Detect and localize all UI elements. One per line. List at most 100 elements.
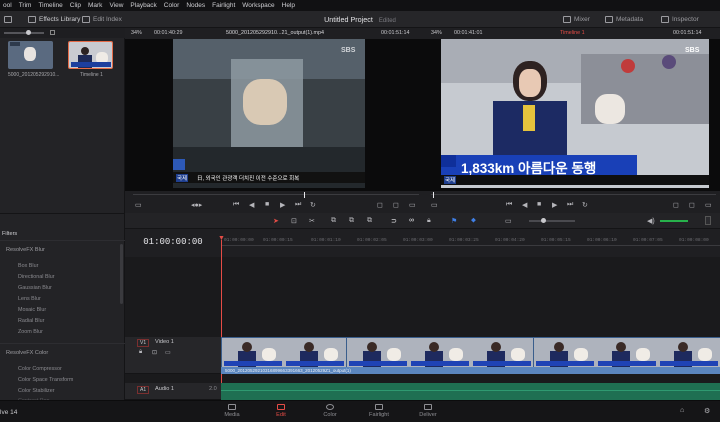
audio-clip[interactable] [221,383,720,400]
lock-icon[interactable]: 🔒︎ [427,217,431,225]
edit-index-button[interactable]: Edit Index [82,11,122,28]
fx-color-compressor[interactable]: Color Compressor [18,366,62,372]
page-tab-deliver[interactable]: Deliver [405,404,451,422]
blade-tool-icon[interactable]: ✂ [309,217,315,225]
menu-item-playback[interactable]: Playback [130,2,156,9]
audio-track-id[interactable]: A1 [137,386,150,394]
menu-item-clip[interactable]: Clip [70,2,81,9]
mark-in-icon[interactable]: ◻ [673,201,679,209]
timeline-playhead-marker[interactable] [433,192,434,198]
menu-item-workspace[interactable]: Workspace [242,2,274,9]
grid-view-icon[interactable] [50,30,55,35]
source-viewer[interactable]: SBS 국제 日, 외국인 관광객 더치진 이전 수준으로 회복 [125,39,427,191]
insert-clip-icon[interactable]: ⧉ [331,217,336,225]
fx-gaussian-blur[interactable]: Gaussian Blur [18,285,52,291]
mixer-button[interactable]: Mixer [563,11,590,28]
timeline-zoom-handle[interactable] [541,218,546,223]
fullscreen-icon[interactable]: ▭ [705,201,712,209]
fx-section-blur[interactable]: ResolveFX Blur [6,247,45,253]
track-lock-icon[interactable]: 🔒︎ [139,349,142,356]
video-track-header[interactable]: V1 Video 1 🔒︎ ⊡ ▭ [125,337,221,374]
trim-tool-icon[interactable]: ⊡ [291,217,297,225]
linked-selection-icon[interactable]: ∞ [409,217,414,224]
menu-item-mark[interactable]: Mark [88,2,102,9]
loop-icon[interactable]: ↻ [582,201,588,209]
effects-library-button[interactable]: Effects Library [28,11,80,28]
timeline-zoom[interactable]: 34% [431,30,442,36]
effects-scrollbar[interactable] [120,244,123,304]
skip-back-icon[interactable]: ⏮ [506,201,512,209]
zoom-full-icon[interactable]: ▭ [505,217,512,225]
timeline-viewer[interactable]: SBS 1,833km 아름다운 동행 국제 [427,39,720,191]
skip-forward-icon[interactable]: ⏭ [567,201,573,209]
page-tab-media[interactable]: Media [209,404,255,422]
source-zoom[interactable]: 34% [131,30,142,36]
inspector-button[interactable]: Inspector [661,11,699,28]
mark-in-icon[interactable]: ◻ [377,201,383,209]
speaker-icon[interactable]: ◀︎) [647,217,655,225]
overwrite-clip-icon[interactable]: ⧉ [349,217,354,225]
zoom-slider[interactable] [4,32,44,34]
fx-zoom-blur[interactable]: Zoom Blur [18,329,43,335]
fullscreen-icon[interactable]: ▭ [409,201,416,209]
track-visibility-icon[interactable]: ▭ [165,349,171,356]
play-icon[interactable]: ▶ [280,201,285,209]
loop-icon[interactable]: ↻ [310,201,316,209]
jog-icon[interactable]: ◂●▸ [191,201,202,209]
selection-tool-icon[interactable]: ➤ [273,217,279,225]
timeline-timecode[interactable]: 01:00:00:00 [125,237,221,247]
replace-clip-icon[interactable]: ⧉ [367,217,372,225]
timeline-zoom-slider[interactable] [529,220,575,222]
fx-section-color[interactable]: ResolveFX Color [6,350,48,356]
mark-out-icon[interactable]: ◻ [393,201,399,209]
menu-item-fairlight[interactable]: Fairlight [212,2,235,9]
home-icon[interactable]: ⌂ [680,407,684,414]
auto-select-icon[interactable]: ⊡ [152,349,157,356]
timeline-scrub-bar[interactable] [431,194,716,195]
stop-icon[interactable]: ■ [537,201,541,208]
flag-icon[interactable]: ⚑ [451,217,457,225]
fx-color-stabilizer[interactable]: Color Stabilizer [18,388,55,394]
skip-back-icon[interactable]: ⏮ [233,201,239,209]
snapping-icon[interactable]: ⊃ [391,217,397,225]
page-tab-fairlight[interactable]: Fairlight [356,404,402,422]
audio-track-header[interactable]: A1 Audio 1 2.0 [125,383,221,400]
fx-radial-blur[interactable]: Radial Blur [18,318,44,324]
fx-box-blur[interactable]: Box Blur [18,263,38,269]
video-track-id[interactable]: V1 [137,339,150,347]
media-clip-thumbnail[interactable] [8,41,53,69]
fx-mosaic-blur[interactable]: Mosaic Blur [18,307,46,313]
audio-track-name[interactable]: Audio 1 [155,386,174,392]
fx-lens-blur[interactable]: Lens Blur [18,296,41,302]
timeline-thumbnail[interactable] [68,41,113,69]
video-clip[interactable]: 5000_20120529210316899663391663_20120529… [221,337,720,374]
volume-slider[interactable] [660,220,688,222]
menu-item-nodes[interactable]: Nodes [186,2,205,9]
source-scrub-bar[interactable] [133,194,419,195]
playhead-line[interactable] [221,240,222,400]
view-options-icon[interactable]: ▭ [135,201,142,209]
marker-icon[interactable]: ⬥ [471,217,476,225]
play-reverse-icon[interactable]: ◀ [249,201,254,209]
stop-icon[interactable]: ■ [265,201,269,208]
timeline-ruler[interactable]: 01:00:00:00 01:00:00:15 01:00:01:10 01:0… [221,229,720,257]
play-reverse-icon[interactable]: ◀ [522,201,527,209]
source-playhead[interactable] [304,192,305,198]
metadata-button[interactable]: Metadata [605,11,643,28]
fx-directional-blur[interactable]: Directional Blur [18,274,55,280]
menu-item-trim[interactable]: Trim [19,2,32,9]
menu-item-view[interactable]: View [109,2,123,9]
timeline-name[interactable]: Timeline 1 [560,30,585,36]
menu-item-timeline[interactable]: Timeline [38,2,62,9]
zoom-slider-handle[interactable] [26,30,31,35]
video-track-name[interactable]: Video 1 [155,339,174,345]
mark-out-icon[interactable]: ◻ [689,201,695,209]
menu-item-help[interactable]: Help [282,2,295,9]
media-pool-toggle[interactable] [4,11,12,28]
page-tab-edit[interactable]: Edit [258,404,304,422]
settings-icon[interactable]: ⚙ [704,407,710,415]
play-icon[interactable]: ▶ [552,201,557,209]
fx-color-space-transform[interactable]: Color Space Transform [18,377,73,383]
menu-item-color[interactable]: Color [164,2,180,9]
view-options-icon[interactable]: ▭ [431,201,438,209]
